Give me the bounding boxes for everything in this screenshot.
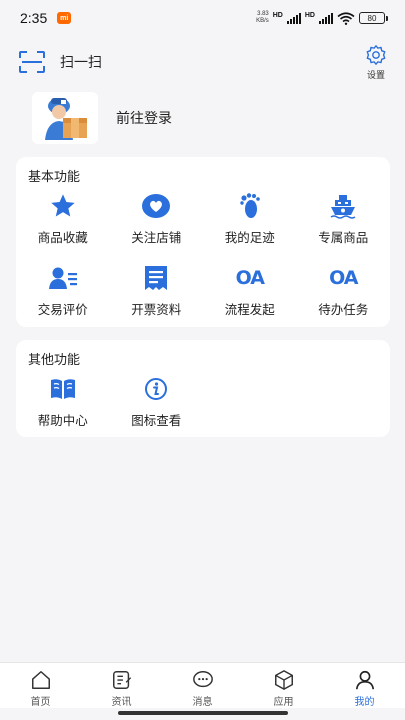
settings-button[interactable]: 设置	[361, 44, 391, 81]
tab-news[interactable]: 资讯	[81, 663, 162, 708]
tab-home-label: 首页	[30, 697, 51, 708]
help-center-label: 帮助中心	[37, 413, 88, 428]
exclusive-goods-button[interactable]: 专属商品	[297, 191, 391, 249]
battery-icon: 80	[359, 12, 388, 24]
invoice-icon	[141, 263, 171, 293]
favorites-button[interactable]: 商品收藏	[16, 191, 110, 249]
footprints-button[interactable]: 我的足迹	[203, 191, 297, 249]
tab-mine-label: 我的	[354, 697, 375, 708]
todo-tasks-button[interactable]: OA 待办任务	[297, 263, 391, 321]
footprint-icon	[235, 191, 265, 221]
gear-icon	[366, 45, 386, 65]
tab-messages-label: 消息	[192, 697, 213, 708]
oa-icon: OA	[328, 263, 358, 293]
login-link[interactable]: 前往登录	[116, 108, 172, 128]
hd-badge: HD	[272, 11, 283, 19]
status-bar: 2:35 mi 3.83 KB/s HD HD 80	[0, 0, 405, 36]
other-functions-card: 其他功能 帮助中心 图标查看	[16, 340, 390, 437]
bottom-tab-bar: 首页 资讯 消息 应用 我的	[0, 662, 405, 708]
followed-shops-label: 关注店铺	[131, 230, 182, 245]
tab-apps-label: 应用	[273, 697, 294, 708]
tab-mine[interactable]: 我的	[324, 663, 405, 708]
basic-functions-title: 基本功能	[28, 170, 81, 185]
icon-viewer-label: 图标查看	[131, 413, 182, 428]
avatar[interactable]	[32, 92, 98, 144]
tab-messages[interactable]: 消息	[162, 663, 243, 708]
other-functions-title: 其他功能	[28, 353, 81, 368]
signal-icon-2	[319, 12, 333, 24]
status-time: 2:35	[20, 10, 48, 26]
tab-home[interactable]: 首页	[0, 663, 81, 708]
invoice-info-button[interactable]: 开票资料	[110, 263, 204, 321]
ship-icon	[328, 191, 358, 221]
start-process-button[interactable]: OA 流程发起	[203, 263, 297, 321]
oa-icon: OA	[235, 263, 265, 293]
scan-icon[interactable]	[18, 50, 46, 74]
settings-label: 设置	[366, 71, 385, 81]
tab-apps[interactable]: 应用	[243, 663, 324, 708]
signal-icon	[286, 12, 301, 24]
person-icon	[355, 670, 374, 690]
icon-viewer-button[interactable]: 图标查看	[110, 374, 204, 432]
delivery-avatar-icon	[45, 98, 87, 140]
news-icon	[112, 671, 131, 689]
message-icon	[192, 671, 213, 688]
oa-icon-text: OA	[329, 267, 358, 289]
box-icon	[274, 670, 293, 690]
oa-icon-text: OA	[235, 267, 265, 289]
footprints-label: 我的足迹	[224, 230, 275, 245]
followed-shops-button[interactable]: 关注店铺	[110, 191, 204, 249]
status-right: 3.83 KB/s HD HD 80	[256, 11, 388, 25]
speed-value: 3.83	[257, 11, 269, 17]
home-icon	[31, 671, 50, 689]
exclusive-goods-label: 专属商品	[318, 230, 369, 245]
start-process-label: 流程发起	[224, 302, 275, 317]
hd-badge-2: HD	[304, 11, 315, 19]
speed-unit: KB/s	[256, 18, 269, 24]
trade-review-button[interactable]: 交易评价	[16, 263, 110, 321]
book-icon	[48, 374, 78, 404]
login-section[interactable]: 前往登录	[32, 92, 172, 144]
user-review-icon	[48, 263, 78, 293]
trade-review-label: 交易评价	[37, 302, 88, 317]
scan-label[interactable]: 扫一扫	[60, 52, 102, 72]
star-icon	[48, 191, 78, 221]
mi-app-icon: mi	[57, 12, 72, 24]
todo-tasks-label: 待办任务	[318, 302, 369, 317]
tab-news-label: 资讯	[111, 697, 132, 708]
help-center-button[interactable]: 帮助中心	[16, 374, 110, 432]
wifi-icon	[337, 11, 355, 25]
home-indicator[interactable]	[118, 711, 288, 715]
top-bar: 扫一扫 设置	[0, 40, 405, 82]
favorites-label: 商品收藏	[37, 230, 88, 245]
basic-functions-card: 基本功能 商品收藏 关注店铺 我的足迹 专属商品 交易评价 开票资料 OA 流程…	[16, 157, 390, 327]
info-icon	[141, 374, 171, 404]
network-speed: 3.83 KB/s	[256, 11, 269, 25]
invoice-info-label: 开票资料	[131, 302, 182, 317]
heart-icon	[141, 191, 171, 221]
